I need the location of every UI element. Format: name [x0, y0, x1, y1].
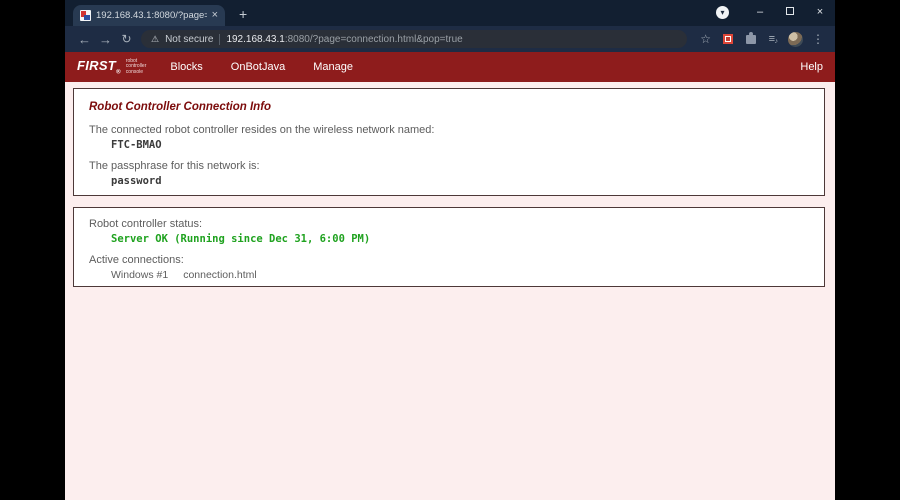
extension-red-icon[interactable]	[722, 34, 733, 44]
browser-toolbar: ← → ↻ ⚠ Not secure 192.168.43.1:8080/?pa…	[65, 26, 835, 52]
network-label: The connected robot controller resides o…	[89, 124, 435, 136]
first-logo: FIRST®	[77, 58, 121, 76]
tab-title: 192.168.43.1:8080/?page=conne	[96, 10, 207, 21]
window-controls: ▾ – ×	[716, 0, 835, 24]
nav-item-help[interactable]: Help	[800, 61, 823, 73]
profile-avatar[interactable]	[788, 31, 803, 47]
reload-icon[interactable]: ↻	[116, 32, 137, 46]
browser-window: 192.168.43.1:8080/?page=conne × + ▾ – × …	[65, 0, 835, 500]
nav-menu: Blocks OnBotJava Manage	[170, 61, 353, 73]
maximize-button[interactable]	[775, 6, 805, 18]
not-secure-label[interactable]: Not secure	[165, 34, 213, 45]
bookmark-star-icon[interactable]: ☆	[695, 32, 717, 46]
connection-row: Windows #1 connection.html	[111, 269, 809, 281]
first-logo-favicon-icon	[80, 10, 91, 21]
new-tab-button[interactable]: +	[239, 6, 247, 22]
back-icon[interactable]: ←	[74, 32, 95, 47]
tab-search-icon[interactable]: ▾	[716, 5, 729, 19]
warning-icon: ⚠	[151, 33, 160, 44]
menu-dots-icon[interactable]: ⋮	[810, 32, 826, 46]
omnibox-divider	[219, 33, 221, 45]
passphrase-label: The passphrase for this network is:	[89, 160, 260, 172]
network-name-value: FTC-BMAO	[111, 139, 162, 151]
close-window-button[interactable]: ×	[805, 6, 835, 18]
connection-page: connection.html	[183, 269, 257, 281]
browser-tab[interactable]: 192.168.43.1:8080/?page=conne ×	[73, 5, 225, 26]
page-body: Robot Controller Connection Info The con…	[65, 82, 835, 500]
extensions-puzzle-icon[interactable]	[745, 31, 756, 44]
status-value: Server OK (Running since Dec 31, 6:00 PM…	[111, 233, 371, 245]
connection-info-panel: Robot Controller Connection Info The con…	[73, 88, 825, 196]
url-path: :8080/?page=connection.html&pop=true	[284, 33, 463, 45]
status-panel: Robot controller status: Server OK (Runn…	[73, 207, 825, 287]
url-host: 192.168.43.1	[226, 33, 285, 45]
app-navbar: FIRST® robot controller console Blocks O…	[65, 52, 835, 82]
address-bar[interactable]: ⚠ Not secure 192.168.43.1:8080/?page=con…	[141, 30, 687, 48]
tab-strip: 192.168.43.1:8080/?page=conne × + ▾ – ×	[65, 0, 835, 26]
panel-title: Robot Controller Connection Info	[89, 101, 272, 113]
connections-label: Active connections:	[89, 254, 184, 266]
media-controls-icon[interactable]: ≡ ♪	[769, 33, 778, 45]
status-label: Robot controller status:	[89, 218, 203, 230]
forward-icon[interactable]: →	[95, 32, 116, 47]
tab-close-icon[interactable]: ×	[212, 10, 218, 21]
minimize-button[interactable]: –	[745, 6, 775, 18]
nav-item-onbotjava[interactable]: OnBotJava	[231, 61, 285, 73]
brand-subtitle: robot controller console	[125, 57, 147, 75]
connection-name: Windows #1	[111, 269, 169, 281]
nav-item-manage[interactable]: Manage	[313, 61, 353, 73]
nav-item-blocks[interactable]: Blocks	[170, 61, 202, 73]
passphrase-value: password	[111, 175, 162, 187]
url-text: 192.168.43.1:8080/?page=connection.html&…	[226, 34, 462, 45]
maximize-icon	[786, 7, 794, 15]
